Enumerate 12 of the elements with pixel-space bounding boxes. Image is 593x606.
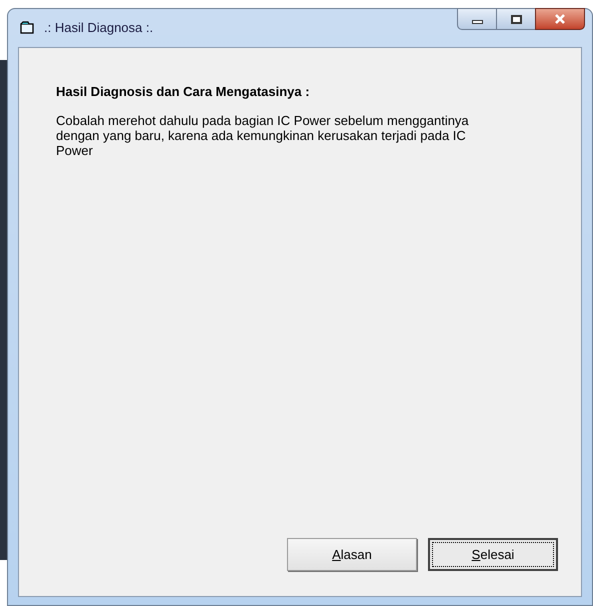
result-heading: Hasil Diagnosis dan Cara Mengatasinya :: [56, 83, 311, 101]
minimize-icon: [472, 20, 482, 24]
minimize-button[interactable]: [457, 8, 497, 30]
window-title: .: Hasil Diagnosa :.: [44, 19, 154, 38]
dialog-button[interactable]: Alasan: [287, 538, 417, 571]
window-icon: [20, 21, 36, 35]
maximize-icon: [510, 14, 522, 24]
dialog-button[interactable]: Selesai: [428, 538, 558, 571]
maximize-button[interactable]: [497, 8, 535, 30]
close-button[interactable]: [535, 8, 585, 30]
diagnosis-text: Cobalah merehot dahulu pada bagian IC Power sebelum menggantinya dengan yang baru, karena ada kemungkinan kerusakan terjadi pada IC Power: [56, 112, 470, 158]
close-icon: [554, 14, 566, 24]
